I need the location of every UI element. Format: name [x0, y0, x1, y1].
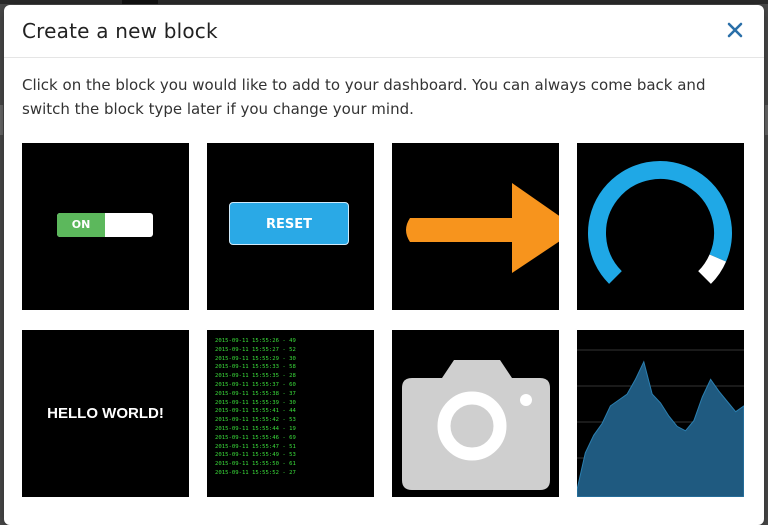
- background-edge-left: [0, 105, 3, 135]
- log-line: 2015-09-11 15:55:38 - 37: [215, 390, 296, 397]
- log-line: 2015-09-11 15:55:49 - 53: [215, 452, 296, 459]
- block-option-text[interactable]: HELLO WORLD!: [22, 330, 189, 497]
- gauge-value-arc: [588, 161, 732, 284]
- log-line: 2015-09-11 15:55:29 - 30: [215, 355, 296, 362]
- log-line: 2015-09-11 15:55:33 - 58: [215, 364, 296, 371]
- close-button[interactable]: [724, 19, 746, 41]
- modal-description: Click on the block you would like to add…: [22, 76, 706, 118]
- background-top-bar: [0, 0, 768, 4]
- reset-button-preview: RESET: [229, 202, 349, 245]
- log-line: 2015-09-11 15:55:46 - 69: [215, 434, 296, 441]
- camera-icon: [402, 360, 550, 490]
- log-line: 2015-09-11 15:55:42 - 53: [215, 417, 296, 424]
- switch-on-label: ON: [57, 213, 105, 237]
- modal-header: Create a new block: [4, 5, 764, 58]
- log-line: 2015-09-11 15:55:39 - 30: [215, 399, 296, 406]
- block-option-button[interactable]: RESET: [207, 143, 374, 310]
- log-line: 2015-09-11 15:55:52 - 27: [215, 469, 296, 476]
- log-line: 2015-09-11 15:55:44 - 19: [215, 425, 296, 432]
- gauge-preview: [588, 161, 732, 284]
- log-line: 2015-09-11 15:55:37 - 60: [215, 381, 296, 388]
- block-option-camera[interactable]: [392, 330, 559, 497]
- modal-title: Create a new block: [22, 19, 218, 43]
- log-line: 2015-09-11 15:55:41 - 44: [215, 408, 296, 415]
- gauge-remaining-arc: [697, 254, 727, 284]
- area-chart-preview: [577, 349, 744, 497]
- block-option-chart[interactable]: [577, 330, 744, 497]
- chart-area: [577, 360, 744, 497]
- log-line: 2015-09-11 15:55:35 - 28: [215, 373, 296, 380]
- block-option-log[interactable]: 2015-09-11 15:55:26 - 49 2015-09-11 15:55…: [207, 330, 374, 497]
- log-preview: 2015-09-11 15:55:26 - 49 2015-09-11 15:55…: [215, 337, 365, 478]
- block-option-gauge[interactable]: [577, 143, 744, 310]
- close-icon: [727, 22, 743, 38]
- log-line: 2015-09-11 15:55:27 - 52: [215, 346, 296, 353]
- create-block-modal: Create a new block Click on the block yo…: [4, 5, 764, 525]
- log-line: 2015-09-11 15:55:50 - 61: [215, 461, 296, 468]
- block-option-arrow[interactable]: [392, 143, 559, 310]
- arrow-right-icon: [406, 183, 559, 273]
- log-line: 2015-09-11 15:55:26 - 49: [215, 338, 296, 344]
- log-line: 2015-09-11 15:55:47 - 51: [215, 443, 296, 450]
- block-option-switch[interactable]: ON: [22, 143, 189, 310]
- background-tab: [122, 0, 158, 4]
- text-preview: HELLO WORLD!: [47, 405, 164, 422]
- block-type-grid: ON RESET HELLO WORLD! 2015-09-11 15:55:2…: [22, 143, 744, 497]
- switch-preview: ON: [57, 213, 153, 237]
